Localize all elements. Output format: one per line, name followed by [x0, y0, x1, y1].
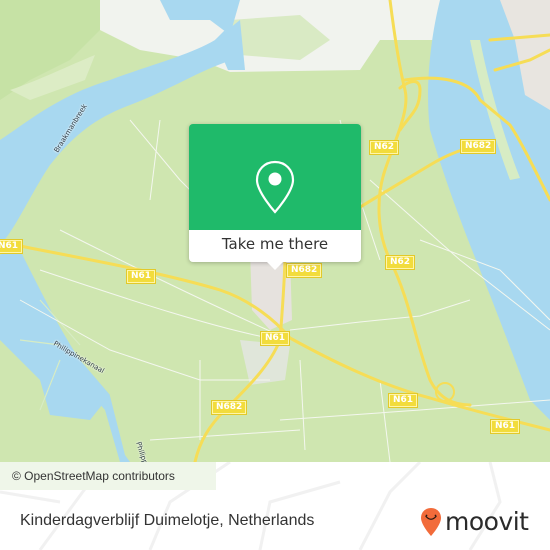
moovit-logo[interactable]: moovit	[420, 506, 529, 538]
place-name: Kinderdagverblijf Duimelotje, Netherland…	[20, 512, 315, 529]
take-me-there-button[interactable]: Take me there	[189, 230, 361, 262]
road-label-n61: N61	[125, 269, 157, 284]
popup-pointer	[266, 261, 284, 270]
road-label-n61: N61	[387, 393, 419, 408]
osm-attribution[interactable]: © OpenStreetMap contributors	[0, 466, 216, 487]
road-label-n61: N61	[259, 331, 291, 346]
road-label-n682: N682	[459, 139, 497, 154]
moovit-pin-icon	[421, 508, 441, 536]
map-pin-icon	[255, 160, 295, 214]
location-popup: Take me there	[189, 124, 361, 270]
road-label-n62: N62	[384, 255, 416, 270]
road-label-n61: N61	[489, 419, 521, 434]
road-label-n61: N61	[0, 239, 24, 254]
road-label-n682: N682	[285, 263, 323, 278]
map-view[interactable]: N62 N682 N62 N682 N61 N61 N61 N682 N61 N…	[0, 0, 550, 462]
moovit-wordmark: moovit	[445, 507, 529, 536]
road-label-n62: N62	[368, 140, 400, 155]
popup-header	[189, 124, 361, 230]
road-label-n682: N682	[210, 400, 248, 415]
